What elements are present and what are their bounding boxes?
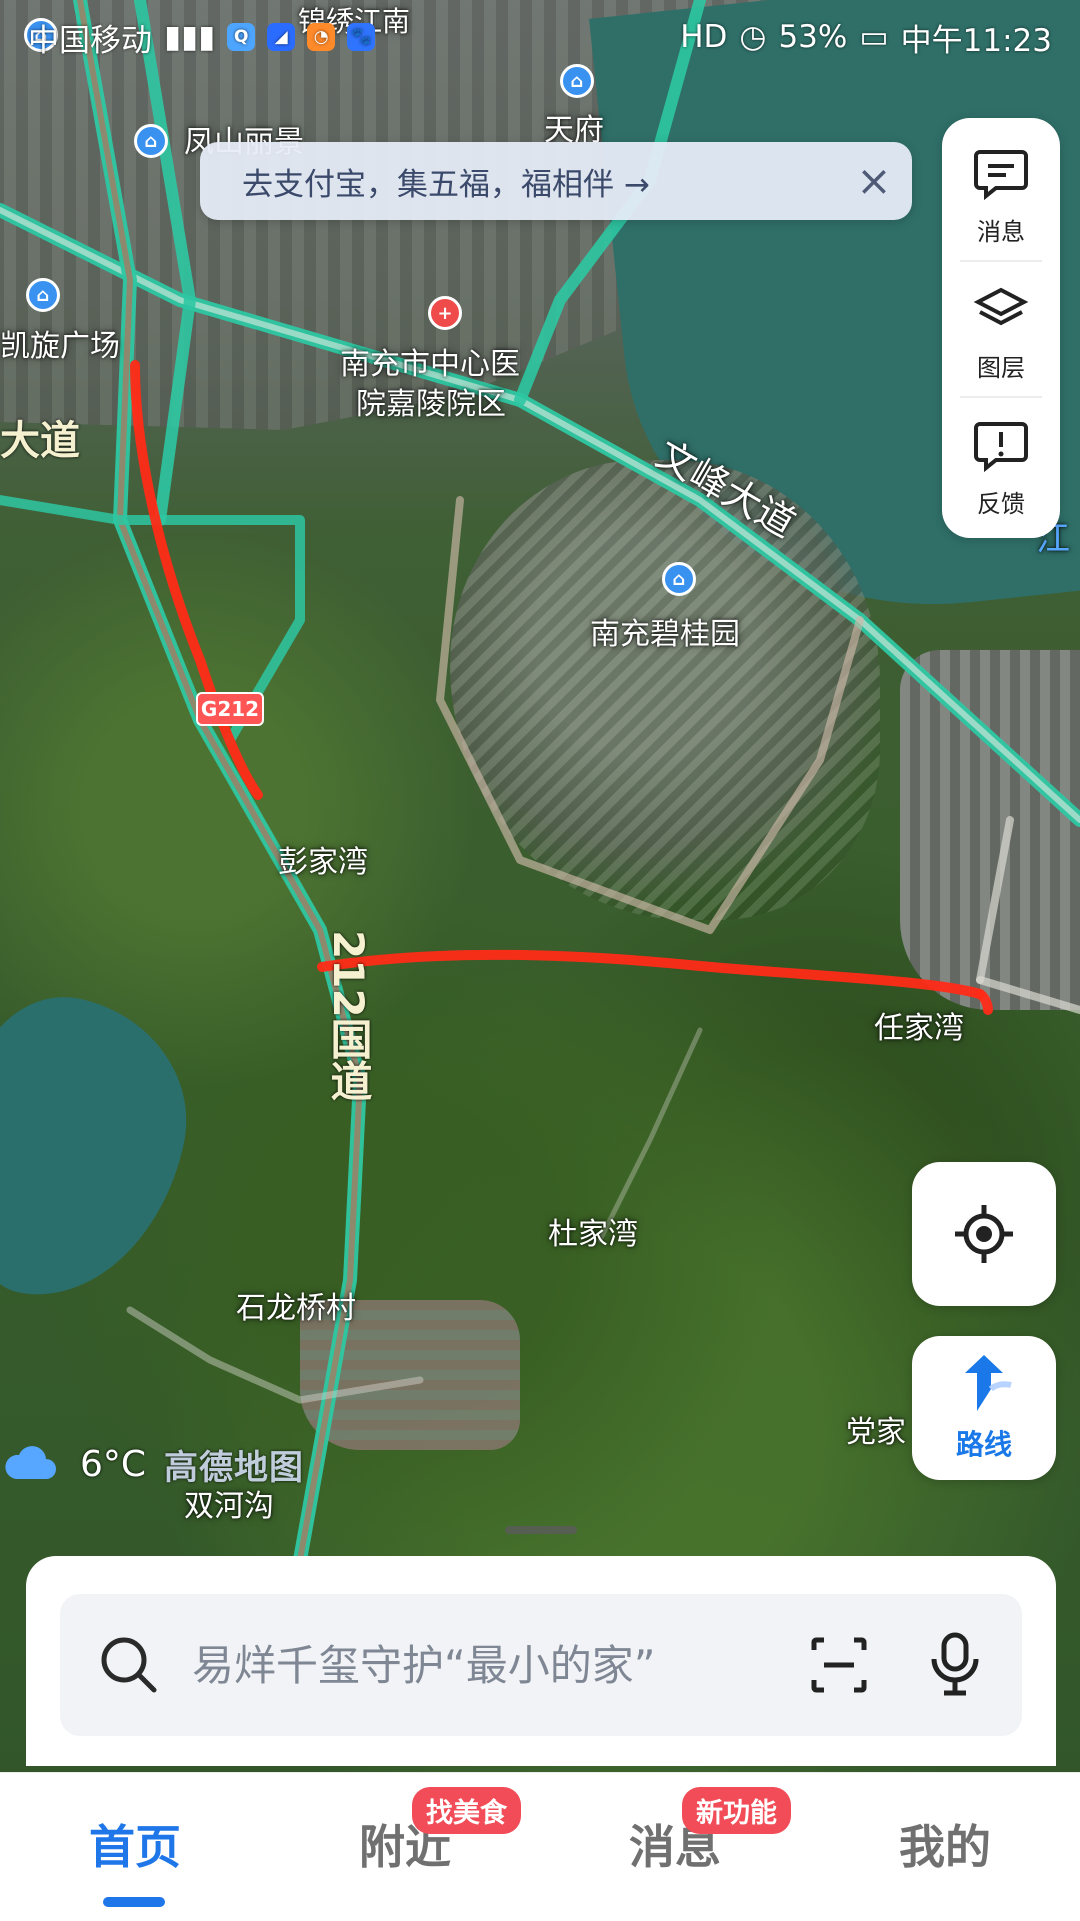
bottom-tab-bar: 首页 附近 找美食 消息 新功能 我的 — [0, 1772, 1080, 1921]
status-bar: 中国移动 ▮▮▮ Q ◢ ◔ 🐾 HD ◷ 53% ▭ 中午11:23 — [0, 0, 1080, 74]
map-label-pengjiawan: 彭家湾 — [278, 845, 368, 880]
map-label-shuanghegou: 双河沟 — [184, 1489, 274, 1524]
search-icon — [101, 1637, 157, 1693]
tab-mine[interactable]: 我的 — [810, 1811, 1080, 1877]
map-label-kaixuan: 凯旋广场 — [0, 329, 120, 364]
route-button-label: 路线 — [955, 1428, 1012, 1461]
tab-messages[interactable]: 消息 新功能 — [540, 1787, 810, 1877]
feedback-tool-label: 反馈 — [977, 489, 1025, 518]
carrier-label: 中国移动 — [28, 22, 152, 59]
cloud-icon — [5, 1445, 57, 1479]
tool-divider — [960, 260, 1042, 262]
message-tool-label: 消息 — [977, 217, 1025, 246]
map-label-hospital-line2: 院嘉陵院区 — [356, 387, 506, 422]
clock-time: 中午11:23 — [900, 22, 1052, 59]
locate-button[interactable] — [912, 1162, 1056, 1306]
scan-icon[interactable] — [806, 1632, 872, 1698]
poi-home-icon[interactable]: ⌂ — [26, 278, 60, 312]
weibo-app-icon: ◔ — [307, 23, 336, 51]
feedback-icon — [974, 421, 1028, 472]
poi-home-icon[interactable]: ⌂ — [134, 124, 168, 158]
messages-badge: 新功能 — [682, 1787, 791, 1834]
feedback-tool-button[interactable]: 反馈 — [942, 400, 1060, 536]
active-tab-indicator — [103, 1897, 165, 1907]
weather-temperature: 6°C — [80, 1444, 147, 1485]
amap-brand: 高德地图 — [164, 1448, 305, 1488]
message-tool-button[interactable]: 消息 — [942, 128, 1060, 264]
map-label-dangjia: 党家 — [846, 1415, 906, 1450]
hospital-icon[interactable]: + — [428, 296, 462, 330]
map-label-renjiawan: 任家湾 — [874, 1011, 964, 1046]
search-sheet — [26, 1556, 1056, 1766]
tab-home-label: 首页 — [89, 1820, 181, 1874]
tool-divider — [960, 396, 1042, 398]
status-right: HD ◷ 53% ▭ 中午11:23 — [680, 15, 1052, 60]
route-button[interactable]: 路线 — [912, 1336, 1056, 1480]
highway-shield-g212: G212 — [196, 692, 264, 726]
baidu-app-icon: 🐾 — [347, 23, 376, 51]
search-box[interactable] — [60, 1594, 1022, 1736]
sheet-drag-handle[interactable] — [505, 1526, 577, 1534]
signal-icon: ▮▮▮ — [164, 19, 216, 55]
layers-icon — [973, 287, 1029, 325]
nearby-badge: 找美食 — [412, 1787, 521, 1834]
layers-tool-label: 图层 — [977, 353, 1025, 382]
map-label-shilongqiao: 石龙桥村 — [236, 1291, 356, 1326]
map-label-hospital-line1: 南充市中心医 — [340, 347, 520, 382]
tab-home[interactable]: 首页 — [0, 1811, 270, 1877]
map-label-dujiawan: 杜家湾 — [548, 1217, 638, 1252]
battery-icon: ▭ — [859, 19, 889, 55]
status-left: 中国移动 ▮▮▮ Q ◢ ◔ 🐾 — [28, 15, 376, 60]
promo-notice[interactable]: 去支付宝，集五福，福相伴 → × — [200, 142, 912, 220]
locate-icon — [955, 1205, 1013, 1263]
map-tools-panel: 消息 图层 反馈 — [942, 118, 1060, 538]
microphone-icon[interactable] — [920, 1629, 990, 1701]
search-input[interactable] — [190, 1639, 814, 1691]
poi-home-icon[interactable]: ⌂ — [662, 562, 696, 596]
route-arrow-icon — [965, 1355, 1012, 1411]
message-icon — [974, 149, 1028, 200]
hd-label: HD — [680, 19, 728, 55]
tab-mine-label: 我的 — [899, 1820, 991, 1874]
road-label-national-212: 212国道 — [324, 930, 373, 1102]
qq-app-icon: Q — [227, 23, 256, 51]
battery-percent: 53% — [778, 19, 848, 55]
layers-tool-button[interactable]: 图层 — [942, 264, 1060, 400]
tab-nearby[interactable]: 附近 找美食 — [270, 1787, 540, 1877]
road-label-avenue-left: 大道 — [0, 418, 80, 464]
nav-app-icon: ◢ — [267, 23, 296, 51]
promo-notice-text[interactable]: 去支付宝，集五福，福相伴 → — [242, 159, 650, 204]
weather-widget[interactable]: 6°C 高德地图 — [0, 1440, 304, 1489]
close-icon[interactable]: × — [850, 156, 898, 205]
map-label-biguiyuan: 南充碧桂园 — [590, 617, 740, 652]
alarm-icon: ◷ — [739, 19, 767, 55]
